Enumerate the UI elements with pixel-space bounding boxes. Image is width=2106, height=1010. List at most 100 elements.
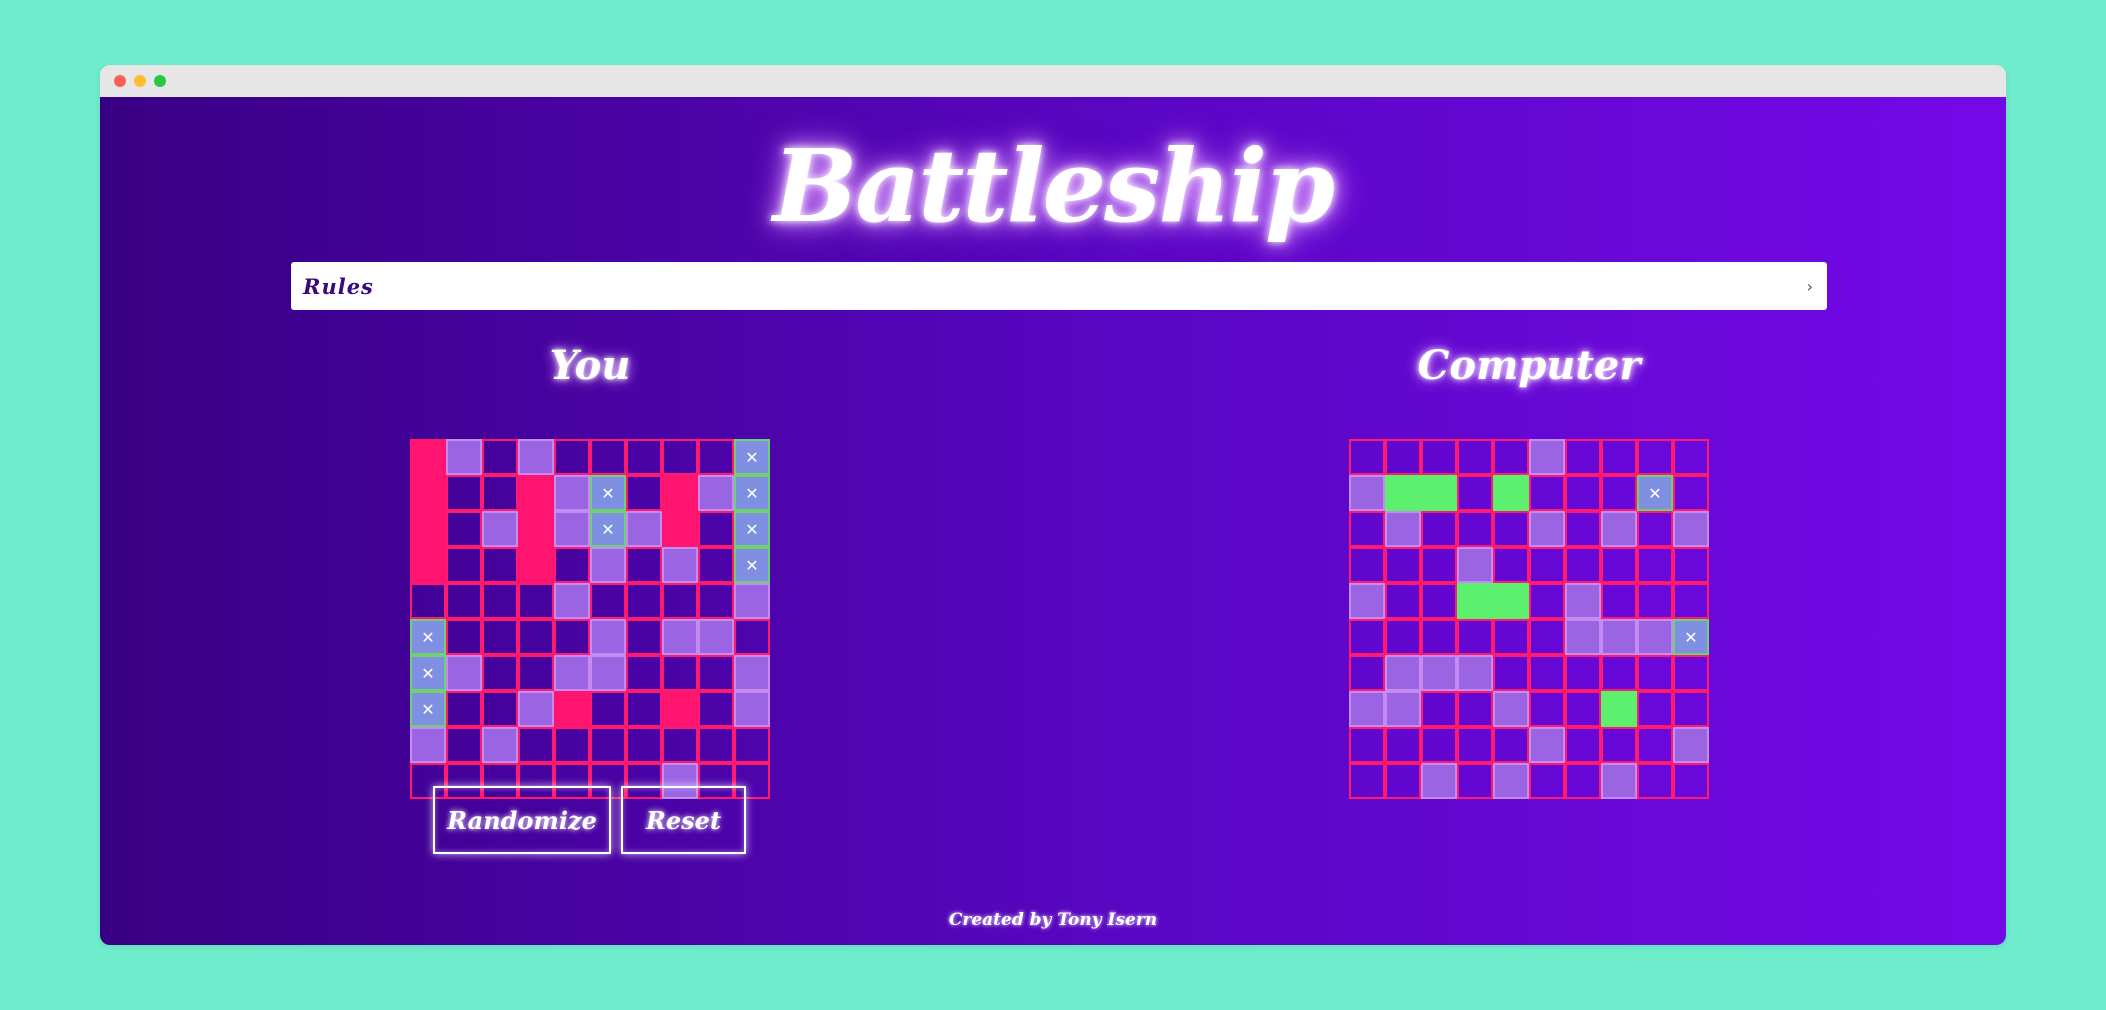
computer-cell-empty[interactable] xyxy=(1493,619,1529,655)
player-cell-empty[interactable] xyxy=(554,727,590,763)
player-cell-empty[interactable] xyxy=(590,583,626,619)
computer-cell-empty[interactable] xyxy=(1421,511,1457,547)
computer-cell-sunk[interactable] xyxy=(1421,475,1457,511)
computer-cell-empty[interactable] xyxy=(1457,691,1493,727)
player-cell-miss[interactable] xyxy=(626,511,662,547)
player-cell-empty[interactable] xyxy=(518,655,554,691)
computer-cell-empty[interactable] xyxy=(1421,727,1457,763)
player-cell-ship[interactable] xyxy=(518,547,554,583)
player-cell-miss[interactable] xyxy=(554,475,590,511)
player-cell-empty[interactable] xyxy=(698,727,734,763)
player-cell-empty[interactable] xyxy=(482,691,518,727)
computer-cell-empty[interactable] xyxy=(1601,547,1637,583)
player-cell-ship[interactable] xyxy=(410,475,446,511)
player-cell-empty[interactable] xyxy=(482,475,518,511)
player-cell-ship[interactable] xyxy=(518,475,554,511)
computer-cell-miss[interactable] xyxy=(1673,511,1709,547)
computer-cell-empty[interactable] xyxy=(1385,547,1421,583)
computer-cell-miss[interactable] xyxy=(1493,763,1529,799)
player-cell-empty[interactable] xyxy=(482,547,518,583)
player-cell-miss[interactable] xyxy=(410,727,446,763)
computer-cell-empty[interactable] xyxy=(1349,763,1385,799)
computer-cell-empty[interactable] xyxy=(1565,475,1601,511)
computer-cell-empty[interactable] xyxy=(1529,547,1565,583)
player-cell-empty[interactable] xyxy=(482,583,518,619)
computer-cell-empty[interactable] xyxy=(1637,583,1673,619)
computer-cell-miss[interactable] xyxy=(1457,547,1493,583)
computer-cell-empty[interactable] xyxy=(1673,439,1709,475)
maximize-window-icon[interactable] xyxy=(154,75,166,87)
computer-cell-empty[interactable] xyxy=(1565,727,1601,763)
player-cell-empty[interactable] xyxy=(698,583,734,619)
computer-cell-miss[interactable] xyxy=(1637,619,1673,655)
computer-cell-empty[interactable] xyxy=(1565,547,1601,583)
player-cell-empty[interactable] xyxy=(626,727,662,763)
computer-cell-miss[interactable] xyxy=(1385,691,1421,727)
computer-cell-empty[interactable] xyxy=(1565,511,1601,547)
computer-cell-miss[interactable] xyxy=(1601,619,1637,655)
player-cell-empty[interactable] xyxy=(446,547,482,583)
computer-cell-empty[interactable] xyxy=(1349,511,1385,547)
player-cell-ship[interactable] xyxy=(410,547,446,583)
computer-cell-empty[interactable] xyxy=(1601,583,1637,619)
computer-cell-empty[interactable] xyxy=(1529,619,1565,655)
player-cell-empty[interactable] xyxy=(698,655,734,691)
player-cell-hit[interactable]: ✕ xyxy=(410,619,446,655)
computer-cell-empty[interactable] xyxy=(1529,475,1565,511)
computer-cell-empty[interactable] xyxy=(1601,727,1637,763)
player-cell-miss[interactable] xyxy=(698,475,734,511)
computer-cell-empty[interactable] xyxy=(1349,619,1385,655)
computer-cell-empty[interactable] xyxy=(1385,727,1421,763)
player-cell-empty[interactable] xyxy=(698,691,734,727)
player-cell-ship[interactable] xyxy=(410,439,446,475)
computer-cell-empty[interactable] xyxy=(1457,475,1493,511)
player-cell-miss[interactable] xyxy=(590,547,626,583)
player-cell-empty[interactable] xyxy=(518,583,554,619)
player-cell-hit[interactable]: ✕ xyxy=(734,547,770,583)
player-cell-empty[interactable] xyxy=(590,727,626,763)
player-cell-empty[interactable] xyxy=(446,583,482,619)
close-window-icon[interactable] xyxy=(114,75,126,87)
player-cell-empty[interactable] xyxy=(554,547,590,583)
computer-cell-empty[interactable] xyxy=(1637,763,1673,799)
computer-cell-empty[interactable] xyxy=(1493,655,1529,691)
computer-cell-empty[interactable] xyxy=(1385,619,1421,655)
computer-cell-empty[interactable] xyxy=(1385,439,1421,475)
player-cell-miss[interactable] xyxy=(446,439,482,475)
computer-cell-empty[interactable] xyxy=(1493,511,1529,547)
computer-cell-miss[interactable] xyxy=(1349,691,1385,727)
computer-cell-empty[interactable] xyxy=(1385,763,1421,799)
player-cell-empty[interactable] xyxy=(698,511,734,547)
computer-cell-empty[interactable] xyxy=(1493,547,1529,583)
computer-cell-empty[interactable] xyxy=(1637,727,1673,763)
computer-cell-empty[interactable] xyxy=(1673,583,1709,619)
computer-cell-empty[interactable] xyxy=(1565,439,1601,475)
player-cell-empty[interactable] xyxy=(626,655,662,691)
computer-cell-miss[interactable] xyxy=(1421,763,1457,799)
computer-cell-miss[interactable] xyxy=(1349,583,1385,619)
computer-cell-empty[interactable] xyxy=(1673,763,1709,799)
player-cell-hit[interactable]: ✕ xyxy=(410,655,446,691)
player-cell-hit[interactable]: ✕ xyxy=(734,475,770,511)
computer-cell-empty[interactable] xyxy=(1565,763,1601,799)
rules-accordion[interactable]: Rules › xyxy=(291,262,1827,310)
computer-cell-miss[interactable] xyxy=(1673,727,1709,763)
computer-cell-empty[interactable] xyxy=(1421,619,1457,655)
player-cell-miss[interactable] xyxy=(554,511,590,547)
player-cell-miss[interactable] xyxy=(482,727,518,763)
player-cell-miss[interactable] xyxy=(590,655,626,691)
computer-cell-empty[interactable] xyxy=(1457,511,1493,547)
player-cell-empty[interactable] xyxy=(518,727,554,763)
player-cell-empty[interactable] xyxy=(626,547,662,583)
player-cell-ship[interactable] xyxy=(662,475,698,511)
player-cell-ship[interactable] xyxy=(410,511,446,547)
player-cell-miss[interactable] xyxy=(590,619,626,655)
computer-cell-empty[interactable] xyxy=(1457,619,1493,655)
computer-cell-miss[interactable] xyxy=(1493,691,1529,727)
reset-button[interactable]: Reset xyxy=(621,786,746,854)
player-cell-hit[interactable]: ✕ xyxy=(734,439,770,475)
randomize-button[interactable]: Randomize xyxy=(433,786,611,854)
computer-cell-empty[interactable] xyxy=(1637,439,1673,475)
computer-cell-hit[interactable]: ✕ xyxy=(1637,475,1673,511)
player-cell-empty[interactable] xyxy=(662,655,698,691)
